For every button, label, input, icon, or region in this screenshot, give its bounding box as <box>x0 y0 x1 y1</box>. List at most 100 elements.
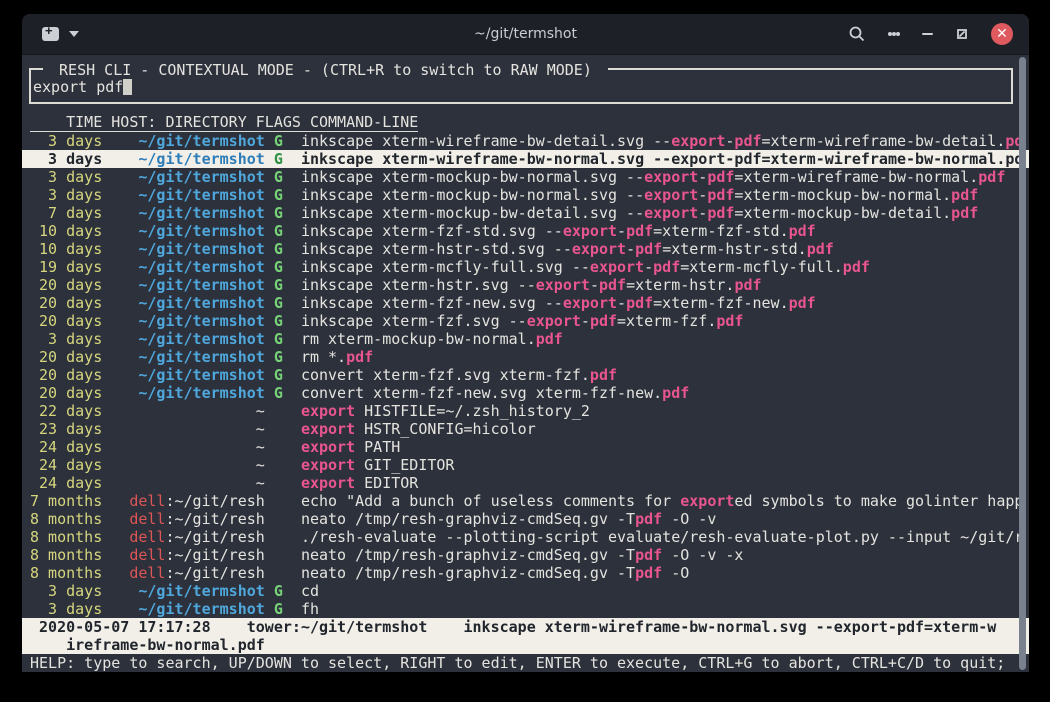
time-cell: 3 days <box>30 186 102 204</box>
spacer <box>102 564 129 582</box>
spacer <box>102 600 138 618</box>
history-row[interactable]: 10 days ~/git/termshot G inkscape xterm-… <box>22 222 1029 240</box>
history-row[interactable]: 3 days ~/git/termshot G inkscape xterm-w… <box>22 150 1029 168</box>
spacer <box>265 366 274 384</box>
history-row[interactable]: 3 days ~/git/termshot G cd <box>22 582 1029 600</box>
directory-cell: ~/git/termshot <box>138 294 264 312</box>
history-row[interactable]: 10 days ~/git/termshot G inkscape xterm-… <box>22 240 1029 258</box>
history-row[interactable]: 20 days ~/git/termshot G inkscape xterm-… <box>22 312 1029 330</box>
command-match: export <box>563 294 617 312</box>
history-row[interactable]: 3 days ~/git/termshot G rm xterm-mockup-… <box>22 330 1029 348</box>
spacer <box>265 582 274 600</box>
directory-cell: ~ <box>256 474 265 492</box>
minimize-button[interactable] <box>922 33 933 35</box>
command-cell: =xterm-fzf-std. <box>653 222 788 240</box>
history-row[interactable]: 23 days ~ export HSTR_CONFIG=hicolor <box>22 420 1029 438</box>
command-match: export <box>671 150 725 168</box>
history-row[interactable]: 8 months dell:~/git/resh neato /tmp/resh… <box>22 564 1029 582</box>
history-row[interactable]: 22 days ~ export HISTFILE=~/.zsh_history… <box>22 402 1029 420</box>
spacer <box>265 600 274 618</box>
terminal-window: ~/git/termshot ✕ <box>22 14 1029 672</box>
time-cell: 23 days <box>30 420 102 438</box>
command-match: export <box>590 258 644 276</box>
scrollbar-thumb[interactable] <box>1019 57 1026 670</box>
spacer <box>265 258 274 276</box>
command-cell: rm xterm-mockup-bw-normal. <box>301 330 536 348</box>
close-button[interactable]: ✕ <box>991 23 1013 45</box>
history-row[interactable]: 20 days ~/git/termshot G convert xterm-f… <box>22 384 1029 402</box>
search-input[interactable]: export pdf <box>33 78 132 96</box>
spacer <box>265 474 301 492</box>
history-row[interactable]: 3 days ~/git/termshot G inkscape xterm-m… <box>22 168 1029 186</box>
history-row[interactable]: 20 days ~/git/termshot G convert xterm-f… <box>22 366 1029 384</box>
spacer <box>265 240 274 258</box>
menu-button[interactable] <box>888 30 900 38</box>
command-cell: - <box>698 186 707 204</box>
spacer <box>265 510 301 528</box>
time-cell: 3 days <box>30 168 102 186</box>
command-match: pdf <box>635 546 662 564</box>
history-row[interactable]: 7 days ~/git/termshot G inkscape xterm-m… <box>22 204 1029 222</box>
spacer <box>265 384 274 402</box>
command-cell: =xterm-fzf-new. <box>653 294 788 312</box>
spacer <box>102 330 138 348</box>
text-cursor <box>123 79 132 95</box>
history-row[interactable]: 8 months dell:~/git/resh neato /tmp/resh… <box>22 546 1029 564</box>
flags-cell: G <box>274 276 283 294</box>
new-tab-button[interactable] <box>42 27 59 41</box>
command-match: pdf <box>635 510 662 528</box>
tab-dropdown-button[interactable] <box>69 31 79 37</box>
search-icon <box>848 25 866 43</box>
directory-cell: ~/git/termshot <box>138 258 264 276</box>
history-row[interactable]: 8 months dell:~/git/resh ./resh-evaluate… <box>22 528 1029 546</box>
directory-cell: ~/git/termshot <box>138 312 264 330</box>
time-cell: 3 days <box>30 582 102 600</box>
history-row[interactable]: 20 days ~/git/termshot G rm *.pdf <box>22 348 1029 366</box>
command-cell: -O -v <box>662 510 716 528</box>
history-row[interactable]: 19 days ~/git/termshot G inkscape xterm-… <box>22 258 1029 276</box>
history-row[interactable]: 8 months dell:~/git/resh neato /tmp/resh… <box>22 510 1029 528</box>
spacer <box>265 204 274 222</box>
history-row[interactable]: 20 days ~/git/termshot G inkscape xterm-… <box>22 294 1029 312</box>
directory-cell: ~/git/termshot <box>138 348 264 366</box>
command-cell: - <box>617 294 626 312</box>
time-cell: 7 days <box>30 204 102 222</box>
history-row[interactable]: 20 days ~/git/termshot G inkscape xterm-… <box>22 276 1029 294</box>
flags-cell: G <box>274 168 283 186</box>
command-match: export <box>301 420 355 438</box>
flags-cell: G <box>274 600 283 618</box>
time-cell: 8 months <box>30 528 102 546</box>
spacer <box>283 582 301 600</box>
command-match: pdf <box>635 240 662 258</box>
search-button[interactable] <box>848 25 866 43</box>
restore-button[interactable] <box>955 27 969 41</box>
directory-cell: ~/git/termshot <box>138 222 264 240</box>
table-header: TIME HOST: DIRECTORY FLAGS COMMAND-LINE <box>22 113 1029 132</box>
spacer <box>102 276 138 294</box>
flags-cell: G <box>274 582 283 600</box>
command-match: pdf <box>789 294 816 312</box>
history-row[interactable]: 7 months dell:~/git/resh echo "Add a bun… <box>22 492 1029 510</box>
spacer <box>265 348 274 366</box>
history-row[interactable]: 3 days ~/git/termshot G fh <box>22 600 1029 618</box>
flags-cell: G <box>274 240 283 258</box>
directory-cell: ~/git/termshot <box>138 582 264 600</box>
history-row[interactable]: 24 days ~ export PATH <box>22 438 1029 456</box>
history-row[interactable]: 3 days ~/git/termshot G inkscape xterm-w… <box>22 132 1029 150</box>
terminal-screen[interactable]: RESH CLI - CONTEXTUAL MODE - (CTRL+R to … <box>22 55 1029 672</box>
command-cell: =xterm-hstr-std. <box>662 240 807 258</box>
spacer <box>265 330 274 348</box>
flags-cell: G <box>274 132 283 150</box>
flags-cell: G <box>274 330 283 348</box>
titlebar[interactable]: ~/git/termshot ✕ <box>22 14 1029 55</box>
spacer <box>265 222 274 240</box>
spacer <box>102 492 129 510</box>
directory-cell: ~/git/termshot <box>138 600 264 618</box>
spacer <box>102 132 138 150</box>
flags-cell: G <box>274 348 283 366</box>
history-row[interactable]: 24 days ~ export EDITOR <box>22 474 1029 492</box>
history-row[interactable]: 24 days ~ export GIT_EDITOR <box>22 456 1029 474</box>
history-row[interactable]: 3 days ~/git/termshot G inkscape xterm-m… <box>22 186 1029 204</box>
spacer <box>265 186 274 204</box>
directory-cell: :~/git/resh <box>165 546 264 564</box>
